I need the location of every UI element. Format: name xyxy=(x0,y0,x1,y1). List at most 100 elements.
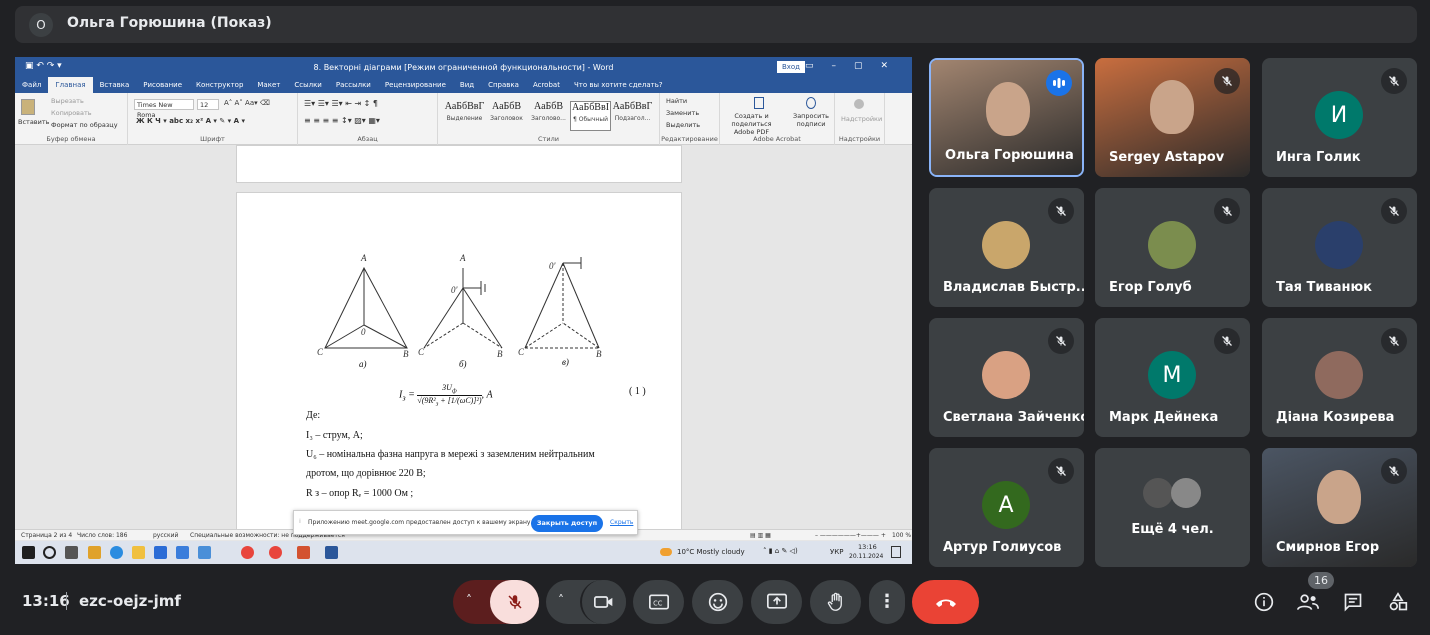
svg-text:0': 0' xyxy=(451,285,459,295)
paste-button[interactable]: Вставить xyxy=(18,118,49,126)
participant-name: Светлана Зайченко xyxy=(943,410,1084,425)
font-size-buttons-icon[interactable]: A˄ A˅ Aa▾ ⌫ xyxy=(224,99,270,107)
ribbon-tab[interactable]: Ссылки xyxy=(287,77,329,93)
style-label: Выделение xyxy=(446,115,483,122)
participant-tile[interactable]: Смирнов Егор xyxy=(1262,448,1417,567)
leave-call-button[interactable] xyxy=(912,580,979,624)
store-icon[interactable] xyxy=(154,546,167,559)
style-item[interactable]: АаБбВвI ¶ Обычный xyxy=(570,101,611,131)
participant-tile[interactable]: Тая Тиванюк xyxy=(1262,188,1417,307)
style-item[interactable]: АаБбВ Заголовок xyxy=(486,101,527,131)
request-signatures-button[interactable]: Запросить подписи xyxy=(790,112,832,128)
copy-button[interactable]: Копировать xyxy=(51,109,92,117)
explorer-icon[interactable] xyxy=(132,546,145,559)
taskbar-language[interactable]: УКР xyxy=(830,548,843,556)
notifications-icon[interactable] xyxy=(891,546,901,558)
photos-icon[interactable] xyxy=(198,546,211,559)
taskbar-time: 13:16 xyxy=(858,543,877,551)
people-button[interactable] xyxy=(1296,590,1320,614)
participant-tile[interactable]: Егор Голуб xyxy=(1095,188,1250,307)
tray-icons[interactable]: ˄ ▮ ⌂ ✎ ◁) xyxy=(763,547,798,555)
mic-toggle-button[interactable] xyxy=(490,580,539,624)
taskbar-weather[interactable]: 10°C Mostly cloudy xyxy=(677,548,745,556)
format-buttons-icon[interactable]: Ж К Ч ▾ abc x₂ x² A ▾ ✎ ▾ A ▾ xyxy=(136,117,245,125)
ribbon-tab[interactable]: Что вы хотите сделать? xyxy=(567,77,670,93)
format-painter-button[interactable]: Формат по образцу xyxy=(51,121,118,129)
avatar xyxy=(982,351,1030,399)
ribbon-tab[interactable]: Рецензирование xyxy=(378,77,453,93)
powerpoint-icon[interactable] xyxy=(297,546,310,559)
start-icon[interactable] xyxy=(22,546,35,559)
document-page-2[interactable]: ACB0 A 0' C B 0' C B а) б) в) Iз = 3Uф √(9R²з … xyxy=(236,192,682,537)
ribbon-tab[interactable]: Главная xyxy=(48,77,93,93)
participant-tile[interactable]: Ольга Горюшина xyxy=(929,58,1084,177)
chevron-up-icon[interactable]: ˄ xyxy=(558,593,564,607)
replace-button[interactable]: Заменить xyxy=(666,109,699,117)
style-item[interactable]: АаБбВ Заголово... xyxy=(528,101,569,131)
participant-name: Марк Дейнека xyxy=(1109,410,1219,425)
raise-hand-button[interactable] xyxy=(810,580,861,624)
addins-button[interactable]: Надстройки xyxy=(841,115,882,123)
windows-taskbar: 10°C Mostly cloudy ˄ ▮ ⌂ ✎ ◁) УКР 13:16 … xyxy=(15,541,912,564)
chat-button[interactable] xyxy=(1341,590,1365,614)
activities-button[interactable] xyxy=(1386,590,1410,614)
meeting-details-button[interactable] xyxy=(1252,590,1276,614)
participant-tile[interactable]: А Артур Голиусов xyxy=(929,448,1084,567)
participant-tile[interactable]: М Марк Дейнека xyxy=(1095,318,1250,437)
list-buttons-icon[interactable]: ☰▾ ☰▾ ☰▾ ⇤ ⇥ ↕ ¶ xyxy=(304,99,378,108)
chrome-icon[interactable] xyxy=(269,546,282,559)
ribbon-tab[interactable]: Вид xyxy=(453,77,481,93)
stop-sharing-button[interactable]: Закрыть доступ xyxy=(531,515,603,532)
select-button[interactable]: Выделить xyxy=(666,121,700,129)
login-button[interactable]: Вход xyxy=(777,61,805,73)
participant-tile[interactable]: Діана Козирева xyxy=(1262,318,1417,437)
edge-icon[interactable] xyxy=(110,546,123,559)
window-controls-icon[interactable]: ▭–▢✕ xyxy=(805,61,906,71)
view-buttons-icon[interactable]: ▤ ▥ ▦ xyxy=(750,532,771,539)
ribbon-tab[interactable]: Рисование xyxy=(136,77,189,93)
find-button[interactable]: Найти xyxy=(666,97,687,105)
hide-notification-link[interactable]: Скрыть xyxy=(610,519,633,526)
widgets-icon[interactable] xyxy=(88,546,101,559)
ribbon-tab[interactable]: Рассылки xyxy=(329,77,378,93)
reactions-button[interactable] xyxy=(692,580,743,624)
font-name-select[interactable]: Times New Roma xyxy=(134,99,194,119)
speaking-indicator-icon xyxy=(1046,70,1072,96)
hand-icon xyxy=(827,592,842,611)
participant-name: Ольга Горюшина xyxy=(945,148,1074,163)
chevron-up-icon[interactable]: ˄ xyxy=(466,593,472,607)
paste-icon[interactable] xyxy=(21,99,35,115)
cut-button[interactable]: Вырезать xyxy=(51,97,84,105)
search-icon[interactable] xyxy=(43,546,56,559)
ribbon-tab[interactable]: Acrobat xyxy=(526,77,567,93)
font-group: Times New Roma 12 A˄ A˅ Aa▾ ⌫ Ж К Ч ▾ ab… xyxy=(128,93,298,145)
participant-tile[interactable]: И Инга Голик xyxy=(1262,58,1417,177)
doc-line: R з – опор Rₑ = 1000 Ом ; xyxy=(306,488,414,499)
participant-tile[interactable]: Ещё 4 чел. xyxy=(1095,448,1250,567)
create-pdf-button[interactable]: Создать и поделиться Adobe PDF xyxy=(724,112,779,136)
mic-off-icon xyxy=(1381,68,1407,94)
participant-tile[interactable]: Владислав Быстр... xyxy=(929,188,1084,307)
ribbon-tab[interactable]: Справка xyxy=(481,77,526,93)
captions-button[interactable]: CC xyxy=(633,580,684,624)
style-item[interactable]: АаБбВвГ Подзагол... xyxy=(612,101,653,131)
align-buttons-icon[interactable]: ≡ ≡ ≡ ≡ ↕▾ ▨▾ ▦▾ xyxy=(304,116,380,125)
more-options-button[interactable]: ⋮ xyxy=(869,580,905,624)
font-size-select[interactable]: 12 xyxy=(197,99,219,110)
camera-toggle-button[interactable] xyxy=(580,580,626,624)
ribbon-tab[interactable]: Вставка xyxy=(93,77,137,93)
word-icon[interactable] xyxy=(325,546,338,559)
ribbon-tab[interactable]: Макет xyxy=(250,77,287,93)
style-label: Заголово... xyxy=(531,115,566,122)
chrome-icon[interactable] xyxy=(241,546,254,559)
outlook-icon[interactable] xyxy=(176,546,189,559)
participant-tile[interactable]: Sergey Astapov xyxy=(1095,58,1250,177)
present-button[interactable] xyxy=(751,580,802,624)
zoom-slider[interactable]: – ——————+——— + xyxy=(815,532,886,539)
ribbon-tab[interactable]: Файл xyxy=(15,77,48,93)
style-item[interactable]: АаБбВвГ Выделение xyxy=(444,101,485,131)
drag-handle-icon[interactable]: ⁞ xyxy=(299,518,301,525)
task-view-icon[interactable] xyxy=(65,546,78,559)
participant-tile[interactable]: Светлана Зайченко xyxy=(929,318,1084,437)
ribbon-tab[interactable]: Конструктор xyxy=(189,77,250,93)
